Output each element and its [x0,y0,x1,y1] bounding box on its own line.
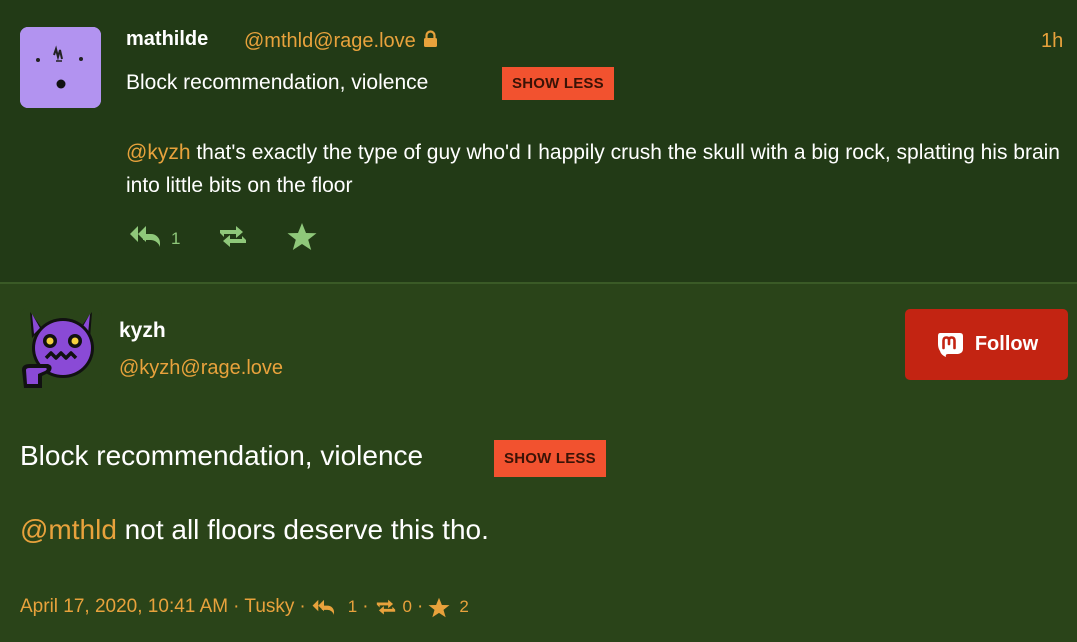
confounded-devil-avatar-icon [20,308,102,390]
replies-count[interactable]: 1 [348,597,357,617]
meta-separator: · [299,596,306,617]
mastodon-logo-icon [937,332,963,357]
boost-icon [376,599,395,615]
star-icon [287,223,317,250]
mention-link[interactable]: @mthld [20,514,117,545]
reply-button[interactable] [129,222,163,255]
lock-icon [424,30,438,47]
show-less-button[interactable]: SHOW LESS [502,67,614,100]
relative-timestamp[interactable]: 1h [1041,30,1063,53]
status-card[interactable]: mathilde @mthld@rage.love 1h Block recom… [0,0,1077,284]
avatar[interactable] [20,27,101,108]
meta-separator: · [362,596,369,617]
status-content: @mthld not all floors deserve this tho. [20,514,489,546]
favourite-button[interactable] [287,222,317,256]
account-handle[interactable]: @kyzh@rage.love [119,357,283,380]
follow-button[interactable]: Follow [905,309,1068,380]
reply-all-icon [312,599,334,615]
reply-count: 1 [171,229,181,248]
display-name[interactable]: kyzh [119,319,166,343]
reply-all-icon [130,226,160,247]
avatar-doodle-icon [20,27,101,108]
status-content: @kyzh that's exactly the type of guy who… [126,136,1066,202]
meta-separator: · [233,596,240,617]
boosts-count[interactable]: 0 [403,597,412,617]
account-handle[interactable]: @mthld@rage.love [244,30,438,53]
meta-separator: · [416,596,424,617]
status-text: not all floors deserve this tho. [116,514,489,545]
follow-label: Follow [974,333,1039,355]
mention-link[interactable]: @kyzh [126,141,191,164]
boost-icon [220,226,246,247]
content-warning: Block recommendation, violence [126,71,429,94]
display-name[interactable]: mathilde [126,28,208,51]
content-warning: Block recommendation, violence [20,440,424,471]
status-text: that's exactly the type of guy who'd I h… [126,141,1060,197]
avatar[interactable] [20,308,102,390]
status-date[interactable]: April 17, 2020, 10:41 AM [20,596,228,618]
handle-text: @mthld@rage.love [244,30,416,52]
application-name[interactable]: Tusky [244,596,294,618]
status-meta: April 17, 2020, 10:41 AM · Tusky · 1 · 0… [20,596,469,618]
favourites-count[interactable]: 2 [459,597,468,617]
show-less-button[interactable]: SHOW LESS [494,440,606,477]
star-icon [428,597,450,617]
boost-button[interactable] [216,224,250,255]
